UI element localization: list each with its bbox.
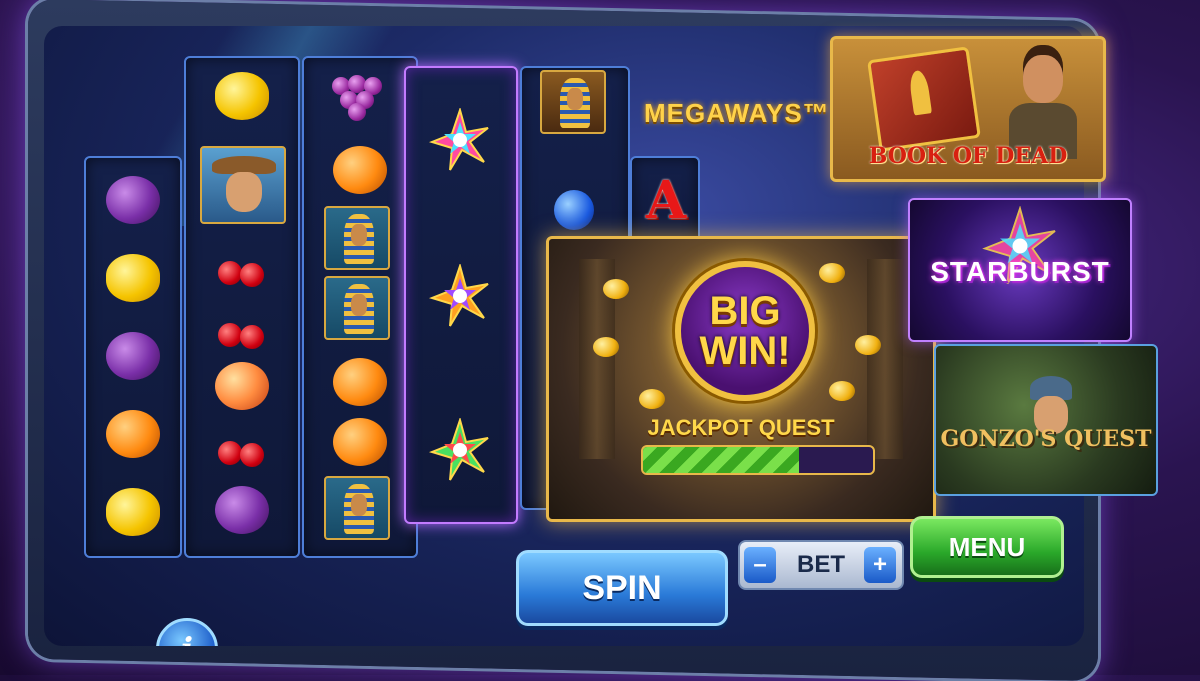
explorer-symbol [200,146,286,224]
coin-icon [639,389,665,409]
plum-symbol [210,478,274,542]
bet-increase-button[interactable]: + [864,547,896,583]
menu-button[interactable]: MENU [910,516,1064,578]
megaways-logo: MEGAWAYS™ [644,98,830,128]
bet-control: – BET + [738,540,904,590]
pharaoh-symbol [324,276,390,340]
orange-symbol [328,138,392,202]
coin-icon [819,263,845,283]
reel-1 [84,156,182,558]
promo-title: STARBURST [930,256,1110,287]
peach-symbol [210,354,274,418]
cherries-symbol [210,234,274,298]
orange-symbol [101,402,165,466]
coin-icon [593,337,619,357]
plum-symbol [101,168,165,232]
big-win-line-1: BIG [709,289,781,333]
lemon-symbol [210,64,274,128]
promo-title: GONZO'S QUEST [940,426,1152,452]
blueberries-symbol [542,178,606,242]
promo-book-of-dead[interactable]: BOOK OF DEAD [830,36,1106,182]
bet-decrease-button[interactable]: – [744,547,776,583]
coin-icon [603,279,629,299]
promo-title: BOOK OF DEAD [868,143,1068,169]
reel-3 [302,56,418,558]
grapes-symbol [326,64,390,128]
plum-symbol [101,324,165,388]
orange-symbol [328,350,392,414]
bet-label: BET [797,551,845,578]
letter-a-symbol: A [645,169,687,231]
coin-icon [855,335,881,355]
pharaoh-symbol [324,476,390,540]
cherries-symbol [210,414,274,478]
big-win-badge: BIG WIN! [675,261,815,401]
reel-2 [184,56,300,558]
info-button[interactable]: i [156,618,218,646]
pharaoh-symbol [324,206,390,270]
spin-button[interactable]: SPIN [516,550,728,626]
lemon-symbol [101,246,165,310]
jackpot-progress-fill [643,447,800,473]
coin-icon [829,381,855,401]
starburst-gem-symbol [428,416,492,482]
cherries-symbol [210,296,274,360]
reel-4-highlighted [404,66,518,524]
starburst-gem-symbol [428,106,492,172]
big-win-line-2: WIN! [699,329,791,373]
promo-gonzos-quest[interactable]: GONZO'S QUEST [934,344,1158,496]
big-win-popup: BIG WIN! JACKPOT QUEST [546,236,936,522]
jackpot-progress-bar [641,445,875,475]
promo-starburst[interactable]: STARBURST [908,198,1132,342]
book-icon [867,46,981,152]
pharaoh-mask-symbol [540,70,606,134]
orange-symbol [328,410,392,474]
jackpot-quest-label: JACKPOT QUEST [647,415,835,440]
starburst-gem-symbol [428,262,492,328]
lemon-symbol [101,480,165,544]
